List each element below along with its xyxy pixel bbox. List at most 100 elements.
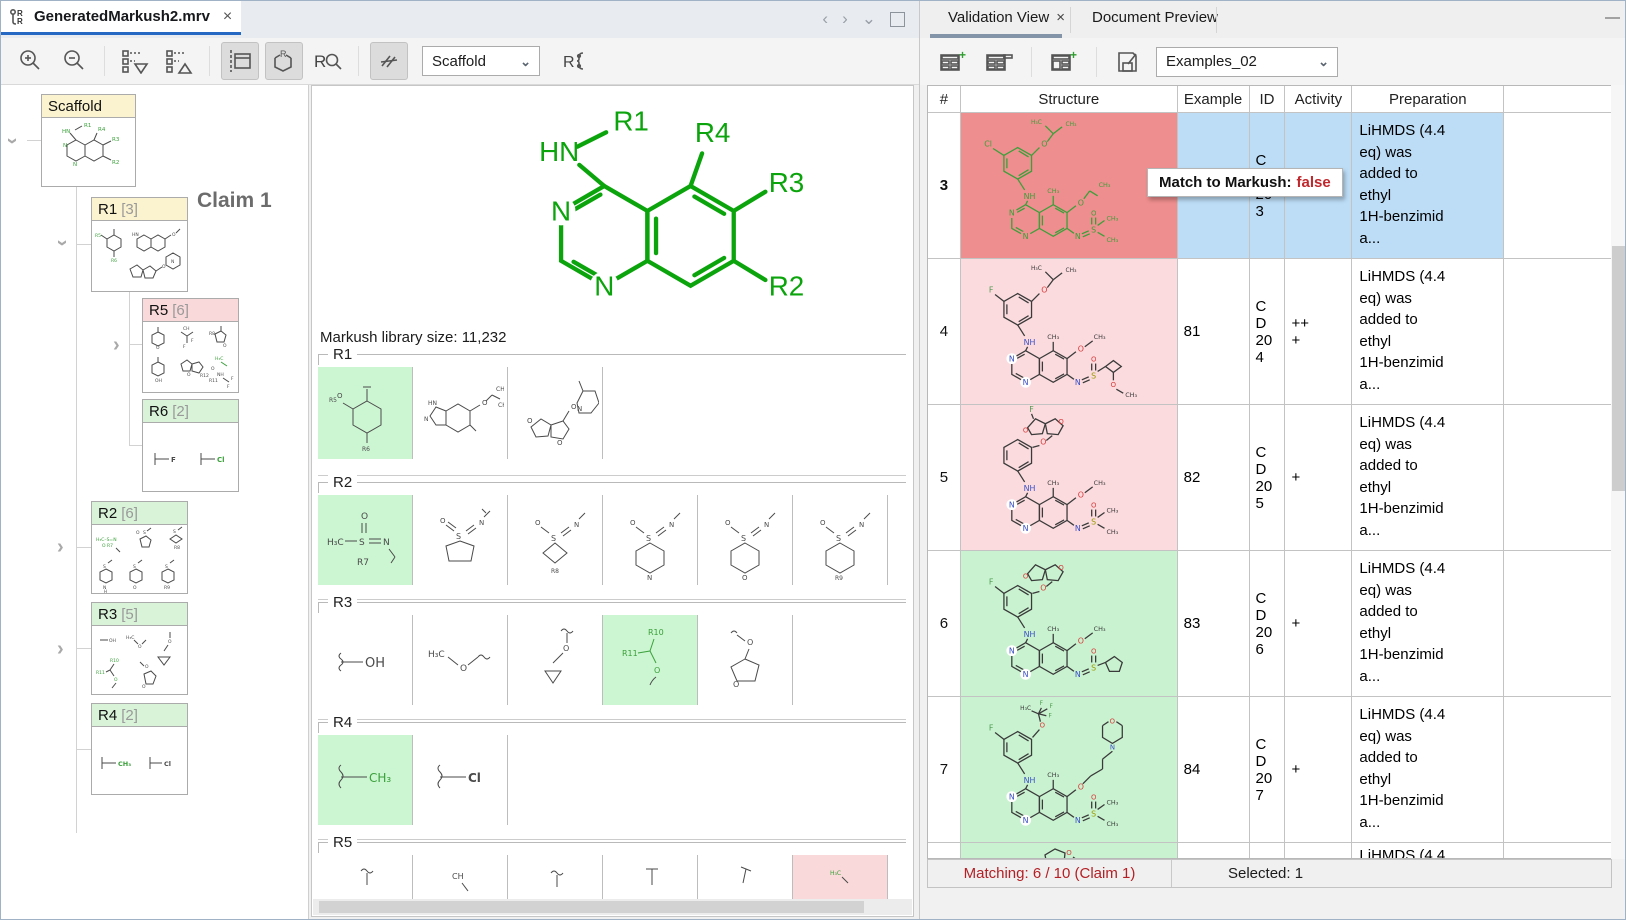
col-header-preparation[interactable]: Preparation bbox=[1352, 86, 1504, 112]
r2-definition-5[interactable]: S O N O bbox=[698, 495, 793, 585]
expand-all-button[interactable] bbox=[116, 42, 154, 80]
structure-cell[interactable]: F CH₃ bbox=[961, 405, 1178, 550]
table-row[interactable]: O LiHMDS (4.4 bbox=[928, 843, 1611, 859]
collapse-panel-icon[interactable]: — bbox=[1605, 9, 1620, 26]
table-row[interactable]: F CH₃ 6 83 C D 20 6 + LiHMDS (4.4 eq) wa… bbox=[928, 551, 1611, 697]
col-header-example[interactable]: Example bbox=[1178, 86, 1250, 112]
collapse-all-button[interactable] bbox=[160, 42, 198, 80]
structure-cell[interactable]: F H₃C F F F O O N bbox=[961, 697, 1178, 842]
tree-node-r3[interactable]: R3[5] OH H₃CO O R10 R11 O O O bbox=[91, 602, 188, 695]
rgroup-attachment-button[interactable]: R bbox=[556, 42, 594, 80]
preparation-cell[interactable]: LiHMDS (4.4 bbox=[1352, 843, 1504, 859]
preparation-cell[interactable]: LiHMDS (4.4 eq) was added to ethyl 1H-be… bbox=[1352, 551, 1504, 696]
r2-definition-4[interactable]: S O N N bbox=[603, 495, 698, 585]
table-row[interactable]: 5 F CH₃ 82 C D 20 5 + LiHMDS (4.4 eq) wa… bbox=[928, 405, 1611, 551]
remove-table-button[interactable] bbox=[980, 43, 1018, 81]
hide-rlogic-button[interactable] bbox=[370, 42, 408, 80]
tab-close-icon[interactable]: × bbox=[1056, 9, 1065, 26]
rgroup-structure-button[interactable]: R bbox=[265, 42, 303, 80]
table-row[interactable]: 4 F CH₃ O CH₃ 81 C bbox=[928, 259, 1611, 405]
preparation-cell[interactable]: LiHMDS (4.4 eq) was added to ethyl 1H-be… bbox=[1352, 259, 1504, 404]
id-cell[interactable] bbox=[1250, 843, 1286, 859]
r4-definition-1[interactable]: CH₃ bbox=[318, 735, 413, 825]
scrollbar-thumb[interactable] bbox=[1612, 246, 1625, 491]
activity-cell[interactable]: + bbox=[1285, 551, 1352, 696]
tree-node-r4[interactable]: R4[2] CH₃ Cl bbox=[91, 703, 188, 795]
table-row[interactable]: 7 F H₃C F F F O bbox=[928, 697, 1611, 843]
r3-definition-3[interactable]: O bbox=[508, 615, 603, 705]
zoom-out-button[interactable] bbox=[55, 42, 93, 80]
col-header-id[interactable]: ID bbox=[1250, 86, 1286, 112]
structure-cell[interactable]: F CH₃ O CH₃ bbox=[961, 259, 1178, 404]
example-cell[interactable]: 84 bbox=[1178, 697, 1250, 842]
r5-definition-5[interactable] bbox=[698, 855, 793, 899]
vertical-scrollbar[interactable] bbox=[1611, 85, 1626, 859]
activity-cell[interactable]: + bbox=[1285, 405, 1352, 550]
scaffold-structure[interactable]: N N HN R1 R4 R3 R2 bbox=[452, 92, 862, 327]
r1-definition-1[interactable]: R5OR6 bbox=[318, 367, 413, 459]
id-cell[interactable]: C D 20 4 bbox=[1250, 259, 1286, 404]
tab-scroll-right-icon[interactable]: › bbox=[842, 9, 848, 29]
r5-definition-6[interactable]: H₃C bbox=[793, 855, 888, 899]
example-cell[interactable]: 81 bbox=[1178, 259, 1250, 404]
rgroup-search-button[interactable]: R bbox=[309, 42, 347, 80]
activity-cell[interactable]: ++ + bbox=[1285, 259, 1352, 404]
r2-definition-6[interactable]: S O N R9 bbox=[793, 495, 888, 585]
tab-close-icon[interactable]: × bbox=[223, 8, 232, 26]
scaffold-select[interactable]: Scaffold ⌄ bbox=[422, 46, 540, 76]
r3-definition-5[interactable]: O O bbox=[698, 615, 793, 705]
add-column-button[interactable]: + bbox=[1045, 43, 1083, 81]
r3-definition-4[interactable]: R10 R11 O bbox=[603, 615, 698, 705]
r2-definition-1[interactable]: O H₃C S N R7 bbox=[318, 495, 413, 585]
tree-node-r5[interactable]: R5[6] O CHFF R8O OH OR12 H₃C ONH R11FF bbox=[142, 298, 239, 393]
example-cell[interactable]: 82 bbox=[1178, 405, 1250, 550]
document-tab[interactable]: R R GeneratedMarkush2.mrv × bbox=[1, 1, 241, 35]
col-header-structure[interactable]: Structure bbox=[961, 86, 1178, 112]
structure-cell[interactable]: O bbox=[961, 843, 1178, 859]
r5-definition-4[interactable] bbox=[603, 855, 698, 899]
zoom-in-button[interactable] bbox=[11, 42, 49, 80]
tab-list-chevron-icon[interactable]: ⌄ bbox=[862, 9, 876, 29]
activity-cell[interactable] bbox=[1285, 843, 1352, 859]
col-header-activity[interactable]: Activity bbox=[1285, 86, 1352, 112]
add-table-button[interactable]: + bbox=[934, 43, 972, 81]
edit-save-button[interactable] bbox=[1110, 43, 1148, 81]
scrollbar-thumb[interactable] bbox=[319, 901, 864, 913]
r4-definition-2[interactable]: Cl bbox=[413, 735, 508, 825]
r5-definition-3[interactable] bbox=[508, 855, 603, 899]
r5-definition-2[interactable]: CH bbox=[413, 855, 508, 899]
r1-definition-2[interactable]: HNN O CH₃CH₃ bbox=[413, 367, 508, 459]
expander-r2-icon[interactable]: › bbox=[57, 537, 64, 557]
r3-definition-1[interactable]: OH bbox=[318, 615, 413, 705]
tab-scroll-left-icon[interactable]: ‹ bbox=[822, 9, 828, 29]
activity-cell[interactable]: + bbox=[1285, 697, 1352, 842]
structure-cell[interactable]: Cl O H₃CCH₃ NH NN CH₃ O bbox=[961, 113, 1178, 258]
preparation-cell[interactable]: LiHMDS (4.4 eq) was added to ethyl 1H-be… bbox=[1352, 405, 1504, 550]
id-cell[interactable]: C D 20 5 bbox=[1250, 405, 1286, 550]
tree-node-r6[interactable]: R6[2] F Cl bbox=[142, 399, 239, 492]
expander-scaffold-icon[interactable]: › bbox=[2, 138, 22, 145]
id-cell[interactable]: C D 20 6 bbox=[1250, 551, 1286, 696]
example-cell[interactable]: 83 bbox=[1178, 551, 1250, 696]
expander-r3-icon[interactable]: › bbox=[57, 639, 64, 659]
maximize-icon[interactable] bbox=[890, 12, 905, 27]
preparation-cell[interactable]: LiHMDS (4.4 eq) was added to ethyl 1H-be… bbox=[1352, 697, 1504, 842]
id-cell[interactable]: C D 20 7 bbox=[1250, 697, 1286, 842]
r2-definition-2[interactable]: S O N bbox=[413, 495, 508, 585]
preparation-cell[interactable]: LiHMDS (4.4 eq) was added to ethyl 1H-be… bbox=[1352, 113, 1504, 258]
r2-definition-3[interactable]: S O N R8 bbox=[508, 495, 603, 585]
tree-panel-toggle-button[interactable] bbox=[221, 42, 259, 80]
example-cell[interactable] bbox=[1178, 843, 1250, 859]
tab-validation-view[interactable]: Validation View × bbox=[948, 1, 1065, 34]
col-header-num[interactable]: # bbox=[928, 86, 961, 112]
tree-node-scaffold[interactable]: Scaffold HNR1 R4R3 R2 NN bbox=[41, 94, 136, 187]
r1-definition-3[interactable]: OO O N bbox=[508, 367, 603, 459]
r3-definition-2[interactable]: H₃C O bbox=[413, 615, 508, 705]
tree-node-r2[interactable]: R2[6] H₃C–S=NO R7 SO SR8 SNH SO SR9 bbox=[91, 501, 188, 594]
tab-document-preview[interactable]: Document Preview bbox=[1092, 1, 1218, 34]
expander-r5-icon[interactable]: › bbox=[113, 335, 120, 355]
dataset-select[interactable]: Examples_02 ⌄ bbox=[1156, 47, 1338, 77]
r5-definition-1[interactable] bbox=[318, 855, 413, 899]
structure-cell[interactable]: F CH₃ bbox=[961, 551, 1178, 696]
expander-r1-icon[interactable]: › bbox=[52, 240, 72, 247]
